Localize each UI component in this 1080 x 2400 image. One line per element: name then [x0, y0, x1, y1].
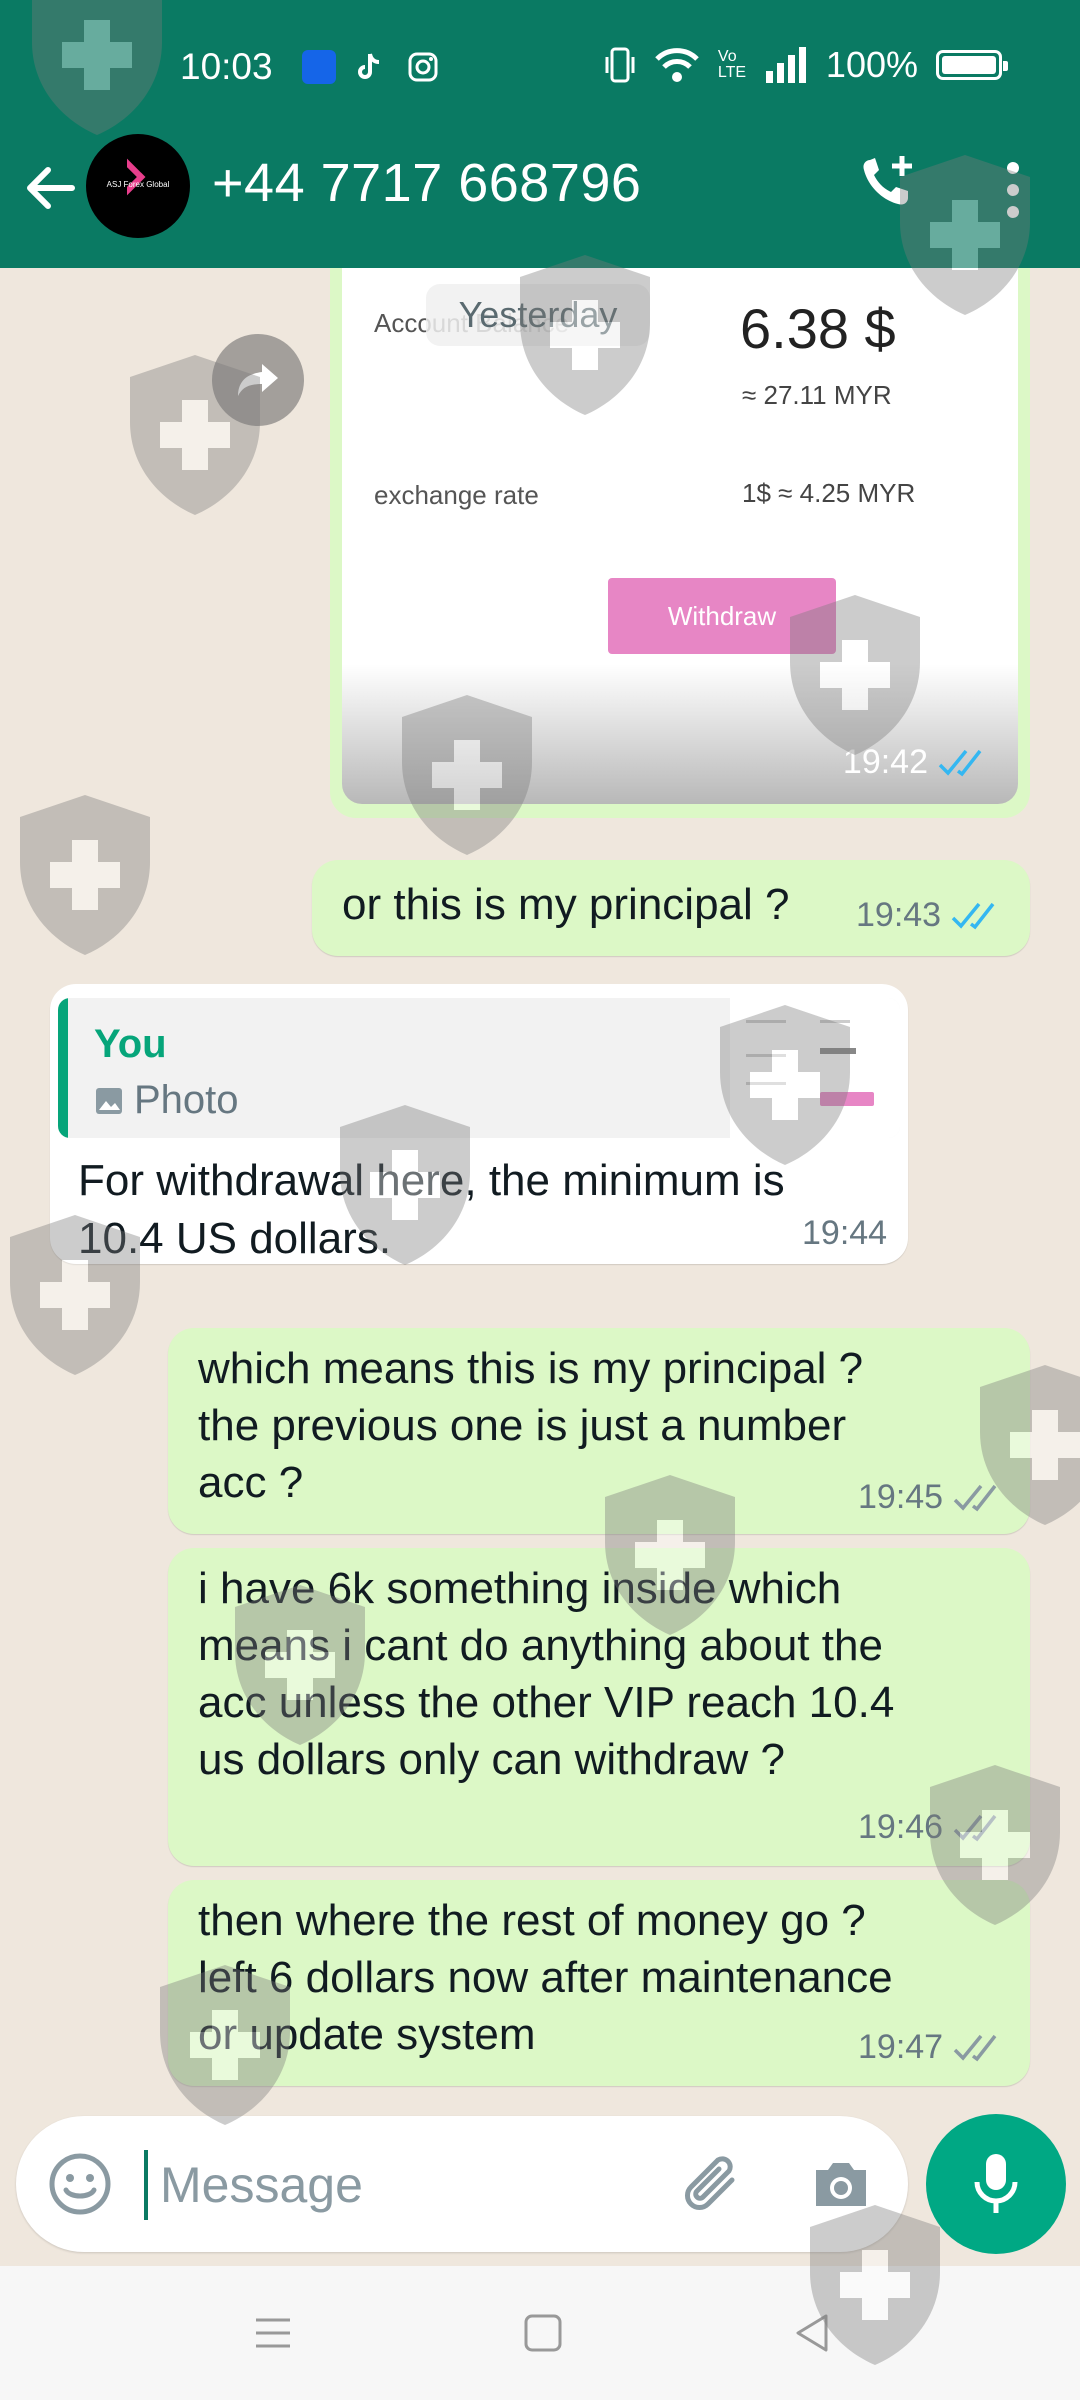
- status-bar: 10:03 Vo LTE 100%: [0, 0, 1080, 136]
- avatar-logo-icon: [108, 158, 146, 196]
- message-text-line3: or update system: [198, 2010, 536, 2059]
- message-meta: 19:45: [858, 1478, 1007, 1517]
- forward-button[interactable]: [212, 334, 304, 426]
- message-text-line1: i have 6k something inside which: [198, 1564, 842, 1613]
- date-chip: Yesterday: [426, 284, 650, 346]
- vibrate-icon: [605, 47, 635, 83]
- mic-icon: [974, 2154, 1018, 2213]
- incoming-message[interactable]: You Photo For withdrawal here, the minim…: [50, 984, 908, 1264]
- message-input-bar[interactable]: Message: [16, 2116, 908, 2252]
- message-text-line2: means i cant do anything about the: [198, 1621, 883, 1670]
- camera-icon[interactable]: [806, 2150, 876, 2220]
- add-call-icon[interactable]: [856, 152, 920, 216]
- home-nav-icon[interactable]: [520, 2310, 566, 2356]
- text-cursor: [144, 2150, 148, 2220]
- outgoing-message[interactable]: which means this is my principal ? the p…: [168, 1328, 1030, 1534]
- quote-bar: [58, 998, 68, 1138]
- double-tick-icon: [951, 902, 995, 929]
- outgoing-message[interactable]: or this is my principal ? 19:43: [312, 860, 1030, 956]
- back-nav-icon[interactable]: [790, 2310, 836, 2356]
- attach-icon[interactable]: [676, 2146, 752, 2222]
- chat-area[interactable]: Account Balance 6.38 $ ≈ 27.11 MYR excha…: [0, 268, 1080, 2110]
- ss-balance-myr: ≈ 27.11 MYR: [742, 380, 892, 410]
- message-meta: 19:46: [858, 1808, 1007, 1847]
- chat-header: ASJ Forex Global +44 7717 668796: [0, 130, 1080, 268]
- message-text-line4: us dollars only can withdraw ?: [198, 1735, 785, 1784]
- double-tick-icon: [953, 1484, 997, 1511]
- back-arrow-icon[interactable]: [22, 160, 78, 216]
- message-text-line3: acc unless the other VIP reach 10.4: [198, 1678, 895, 1727]
- quote-type-label: Photo: [134, 1078, 239, 1122]
- volte-label: Vo LTE: [717, 48, 747, 81]
- outgoing-message[interactable]: i have 6k something inside which means i…: [168, 1548, 1030, 1866]
- battery-percent: 100%: [825, 44, 918, 85]
- system-nav-bar: [0, 2266, 1080, 2400]
- ss-balance: 6.38 $: [740, 297, 896, 360]
- image-message[interactable]: Account Balance 6.38 $ ≈ 27.11 MYR excha…: [330, 268, 1030, 818]
- double-tick-icon: [953, 1814, 997, 1841]
- ss-rate-value: 1$ ≈ 4.25 MYR: [742, 478, 916, 508]
- forward-icon: [238, 364, 278, 396]
- quote-thumbnail: [730, 998, 900, 1138]
- message-text: or this is my principal ?: [342, 880, 790, 929]
- message-time: 19:45: [858, 1478, 944, 1516]
- quoted-message[interactable]: You Photo: [58, 998, 900, 1138]
- message-text-line1: which means this is my principal ?: [198, 1344, 864, 1393]
- status-right: Vo LTE 100%: [604, 44, 1008, 86]
- image-meta: 19:42: [843, 743, 992, 782]
- message-time: 19:44: [802, 1214, 888, 1252]
- contact-avatar[interactable]: ASJ Forex Global: [86, 134, 190, 238]
- double-tick-icon: [938, 749, 982, 776]
- message-text-line1: then where the rest of money go ?: [198, 1896, 866, 1945]
- top-bar: 10:03 Vo LTE 100% ASJ Forex Global +44 7…: [0, 0, 1080, 268]
- message-time: 19:47: [858, 2028, 944, 2066]
- mic-button[interactable]: [926, 2114, 1066, 2254]
- message-text-line2: left 6 dollars now after maintenance: [198, 1953, 893, 2002]
- recents-nav-icon[interactable]: [250, 2310, 296, 2356]
- outgoing-message[interactable]: then where the rest of money go ? left 6…: [168, 1880, 1030, 2086]
- double-tick-icon: [953, 2034, 997, 2061]
- quote-author: You: [94, 1022, 167, 1066]
- notification-app-icon: [302, 50, 336, 84]
- instagram-icon: [408, 52, 438, 82]
- message-meta: 19:47: [858, 2028, 1007, 2067]
- image-shade: [342, 664, 1018, 804]
- ss-withdraw-button: Withdraw: [608, 578, 836, 654]
- tiktok-icon: [358, 53, 380, 79]
- quote-type: Photo: [94, 1078, 239, 1123]
- message-time: 19:46: [858, 1808, 944, 1846]
- image-preview[interactable]: Account Balance 6.38 $ ≈ 27.11 MYR excha…: [342, 268, 1018, 804]
- message-text-line2: 10.4 US dollars.: [78, 1214, 392, 1263]
- wifi-icon: [655, 48, 699, 82]
- emoji-icon[interactable]: [46, 2150, 114, 2218]
- contact-name[interactable]: +44 7717 668796: [212, 152, 641, 214]
- message-meta: 19:43: [856, 896, 1005, 935]
- message-text-line2: the previous one is just a number: [198, 1401, 847, 1450]
- status-time: 10:03: [180, 46, 273, 87]
- battery-icon: [936, 50, 1008, 80]
- more-vert-icon[interactable]: [1000, 158, 1026, 222]
- ss-rate-label: exchange rate: [374, 480, 539, 510]
- message-text-line3: acc ?: [198, 1458, 304, 1507]
- message-input[interactable]: Message: [160, 2156, 363, 2214]
- signal-icon: [765, 47, 806, 83]
- photo-icon: [96, 1087, 122, 1114]
- message-text-line1: For withdrawal here, the minimum is: [78, 1156, 785, 1205]
- avatar-text: ASJ Forex Global: [106, 180, 170, 189]
- message-time: 19:43: [856, 896, 942, 934]
- message-time: 19:42: [842, 743, 928, 781]
